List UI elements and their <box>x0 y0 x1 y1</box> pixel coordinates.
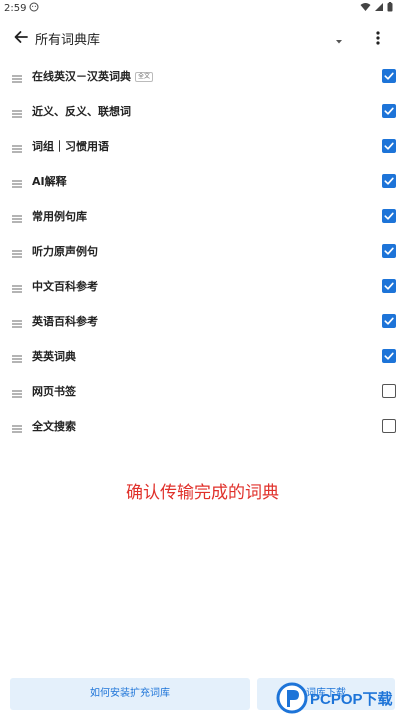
check-icon <box>384 72 394 80</box>
dictionary-row[interactable]: 近义、反义、联想词 <box>0 94 405 129</box>
checkbox-checked[interactable] <box>382 279 396 293</box>
battery-icon <box>387 2 393 12</box>
dictionary-label: AI解释 <box>32 173 67 189</box>
checkbox-unchecked[interactable] <box>382 419 396 433</box>
checkbox-checked[interactable] <box>382 209 396 223</box>
drag-handle-icon[interactable] <box>11 70 23 83</box>
dictionary-row[interactable]: 在线英汉－汉英词典 全文 <box>0 59 405 94</box>
dictionary-name: AI解释 <box>32 175 67 188</box>
dictionary-name: 词组｜习惯用语 <box>32 140 109 153</box>
checkbox-checked[interactable] <box>382 244 396 258</box>
dictionary-list: 在线英汉－汉英词典 全文 近义、反义、联想词 词组｜习惯用语 AI解释 常用例句库 听力原声… <box>0 59 405 444</box>
fulltext-badge: 全文 <box>135 72 154 82</box>
dictionary-name: 网页书签 <box>32 385 76 398</box>
dictionary-name: 近义、反义、联想词 <box>32 105 131 118</box>
dictionary-name: 英英词典 <box>32 350 76 363</box>
dictionary-label: 中文百科参考 <box>32 278 98 294</box>
pcpop-watermark: PCPOP下载 <box>276 681 405 715</box>
dictionary-label: 网页书签 <box>32 383 76 399</box>
caret-down-icon <box>336 40 342 44</box>
check-icon <box>384 317 394 325</box>
assistant-status-icon <box>29 2 39 12</box>
check-icon <box>384 247 394 255</box>
dictionary-label: 词组｜习惯用语 <box>32 138 109 154</box>
check-icon <box>384 212 394 220</box>
dictionary-row[interactable]: 全文搜索 <box>0 409 405 444</box>
more-options-button[interactable] <box>369 27 387 49</box>
dictionary-name: 听力原声例句 <box>32 245 98 258</box>
dictionary-name: 英语百科参考 <box>32 315 98 328</box>
drag-handle-icon[interactable] <box>11 350 23 363</box>
app-bar: 所有词典库 <box>0 20 405 56</box>
drag-handle-icon[interactable] <box>11 280 23 293</box>
dictionary-row[interactable]: 网页书签 <box>0 374 405 409</box>
dictionary-label: 常用例句库 <box>32 208 87 224</box>
dropdown-button[interactable] <box>332 33 346 45</box>
drag-handle-icon[interactable] <box>11 315 23 328</box>
arrow-left-icon <box>14 31 28 43</box>
check-icon <box>384 107 394 115</box>
wifi-icon <box>360 3 371 11</box>
drag-handle-icon[interactable] <box>11 245 23 258</box>
drag-handle-icon[interactable] <box>11 175 23 188</box>
back-button[interactable] <box>10 26 32 48</box>
dictionary-name: 在线英汉－汉英词典 <box>32 70 131 83</box>
dictionary-label: 英语百科参考 <box>32 313 98 329</box>
dictionary-row[interactable]: 中文百科参考 <box>0 269 405 304</box>
drag-handle-icon[interactable] <box>11 140 23 153</box>
drag-handle-icon[interactable] <box>11 210 23 223</box>
drag-handle-icon[interactable] <box>11 385 23 398</box>
checkbox-checked[interactable] <box>382 174 396 188</box>
dictionary-name: 全文搜索 <box>32 420 76 433</box>
dictionary-row[interactable]: 英语百科参考 <box>0 304 405 339</box>
checkbox-unchecked[interactable] <box>382 384 396 398</box>
drag-handle-icon[interactable] <box>11 420 23 433</box>
checkbox-checked[interactable] <box>382 104 396 118</box>
check-icon <box>384 282 394 290</box>
dictionary-row[interactable]: AI解释 <box>0 164 405 199</box>
status-bar: 2:59 <box>0 0 405 18</box>
dictionary-label: 英英词典 <box>32 348 76 364</box>
checkbox-checked[interactable] <box>382 314 396 328</box>
dictionary-row[interactable]: 英英词典 <box>0 339 405 374</box>
dictionary-row[interactable]: 词组｜习惯用语 <box>0 129 405 164</box>
checkbox-checked[interactable] <box>382 349 396 363</box>
dictionary-name: 常用例句库 <box>32 210 87 223</box>
more-vertical-icon <box>376 31 380 45</box>
dictionary-label: 近义、反义、联想词 <box>32 103 131 119</box>
check-icon <box>384 142 394 150</box>
transfer-message: 确认传输完成的词典 <box>126 483 279 503</box>
dictionary-row[interactable]: 听力原声例句 <box>0 234 405 269</box>
page-title: 所有词典库 <box>35 33 101 48</box>
dictionary-name: 中文百科参考 <box>32 280 98 293</box>
check-icon <box>384 177 394 185</box>
dictionary-label: 全文搜索 <box>32 418 76 434</box>
checkbox-checked[interactable] <box>382 69 396 83</box>
watermark-text: PCPOP下载 <box>310 690 393 708</box>
dictionary-label: 听力原声例句 <box>32 243 98 259</box>
dictionary-row[interactable]: 常用例句库 <box>0 199 405 234</box>
install-dictionary-button[interactable]: 如何安装扩充词库 <box>10 678 250 710</box>
status-time: 2:59 <box>4 3 27 14</box>
check-icon <box>384 352 394 360</box>
checkbox-checked[interactable] <box>382 139 396 153</box>
drag-handle-icon[interactable] <box>11 105 23 118</box>
signal-icon <box>375 3 383 11</box>
dictionary-label: 在线英汉－汉英词典 全文 <box>32 68 154 84</box>
screen: 2:59 所有词典库 在线英汉－汉英词典 全文 近义、反义、联想词 词组｜习惯用语 AI… <box>0 0 405 720</box>
status-icons <box>360 2 393 12</box>
